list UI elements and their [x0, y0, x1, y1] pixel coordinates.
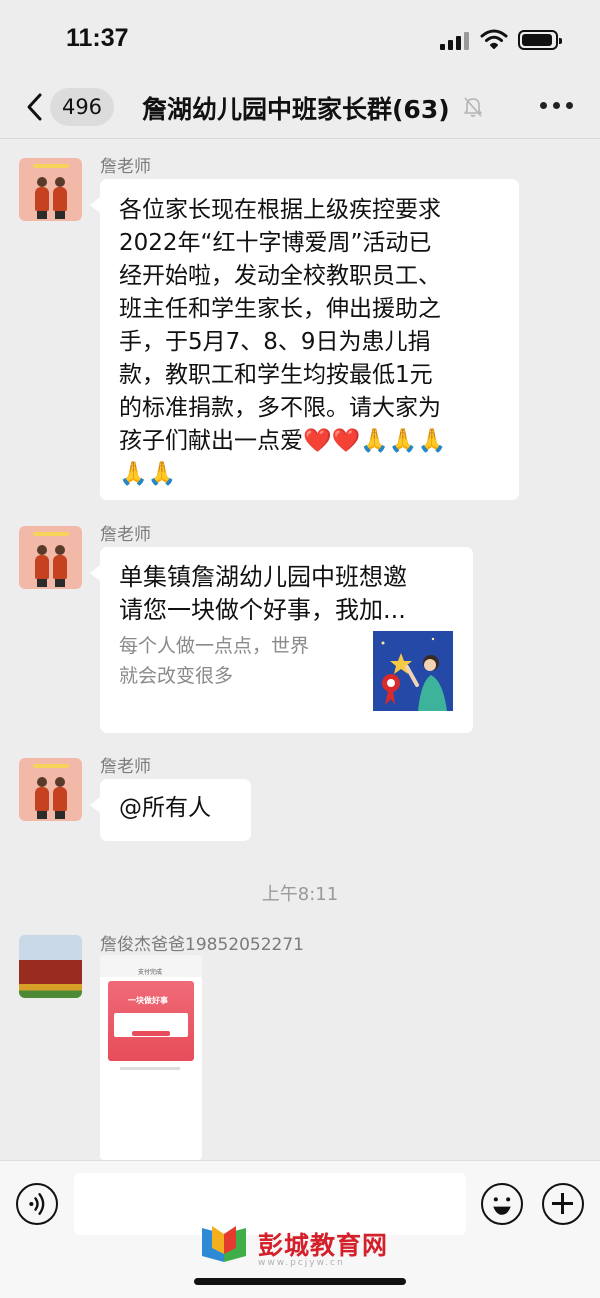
image-message[interactable]: 支付完成 一块做好事	[100, 955, 202, 1160]
image-poster: 一块做好事	[108, 981, 194, 1061]
time-divider: 上午8:11	[261, 884, 339, 905]
site-watermark: 彭城教育网 www.pcjyw.cn	[198, 1222, 408, 1272]
wifi-icon	[480, 29, 508, 49]
unread-count-badge[interactable]: 496	[50, 88, 114, 126]
image-topbar: 支付完成	[100, 955, 202, 977]
message-sender: 詹老师	[100, 757, 151, 777]
message-bubble[interactable]: 各位家长现在根据上级疾控要求 2022年“红十字博爱周”活动已 经开始啦，发动全…	[90, 179, 519, 500]
message-bubble[interactable]: @所有人	[90, 779, 251, 841]
book-logo-icon	[202, 1226, 246, 1262]
link-card-title: 单集镇詹湖幼儿园中班想邀 请您一块做个好事，我加...	[119, 563, 407, 624]
status-time: 11:37	[66, 24, 129, 52]
home-indicator	[194, 1278, 406, 1285]
mute-bell-icon	[464, 97, 482, 117]
message-text: @所有人	[119, 795, 211, 821]
back-arrow-icon[interactable]	[22, 92, 52, 122]
avatar-parent[interactable]	[19, 935, 82, 998]
header-divider	[0, 138, 600, 139]
image-header-text: 支付完成	[138, 969, 163, 976]
message-sender: 詹老师	[100, 157, 151, 177]
link-card-description: 每个人做一点点，世界 就会改变很多	[119, 635, 310, 687]
avatar-teacher[interactable]	[19, 758, 82, 821]
more-options-icon[interactable]	[540, 102, 574, 112]
link-card[interactable]: 单集镇詹湖幼儿园中班想邀 请您一块做个好事，我加... 每个人做一点点，世界 就…	[90, 547, 473, 733]
message-text: 各位家长现在根据上级疾控要求 2022年“红十字博爱周”活动已 经开始啦，发动全…	[119, 197, 447, 487]
battery-icon	[518, 30, 562, 50]
chat-title: 詹湖幼儿园中班家长群(63)	[142, 95, 450, 124]
message-sender: 詹老师	[100, 525, 151, 545]
watermark-url: www.pcjyw.cn	[258, 1258, 345, 1268]
chat-header: 496 詹湖幼儿园中班家长群(63)	[0, 80, 600, 136]
image-poster-title: 一块做好事	[128, 996, 168, 1005]
watermark-name: 彭城教育网	[258, 1231, 389, 1260]
add-attachment-icon[interactable]	[542, 1183, 584, 1225]
link-card-thumbnail	[373, 631, 453, 711]
message-sender: 詹俊杰爸爸19852052271	[100, 935, 304, 955]
emoji-icon[interactable]	[481, 1183, 523, 1225]
status-bar: 11:37	[0, 0, 600, 80]
avatar-teacher[interactable]	[19, 158, 82, 221]
cellular-signal-icon	[440, 30, 470, 50]
avatar-teacher[interactable]	[19, 526, 82, 589]
voice-input-icon[interactable]	[16, 1183, 58, 1225]
